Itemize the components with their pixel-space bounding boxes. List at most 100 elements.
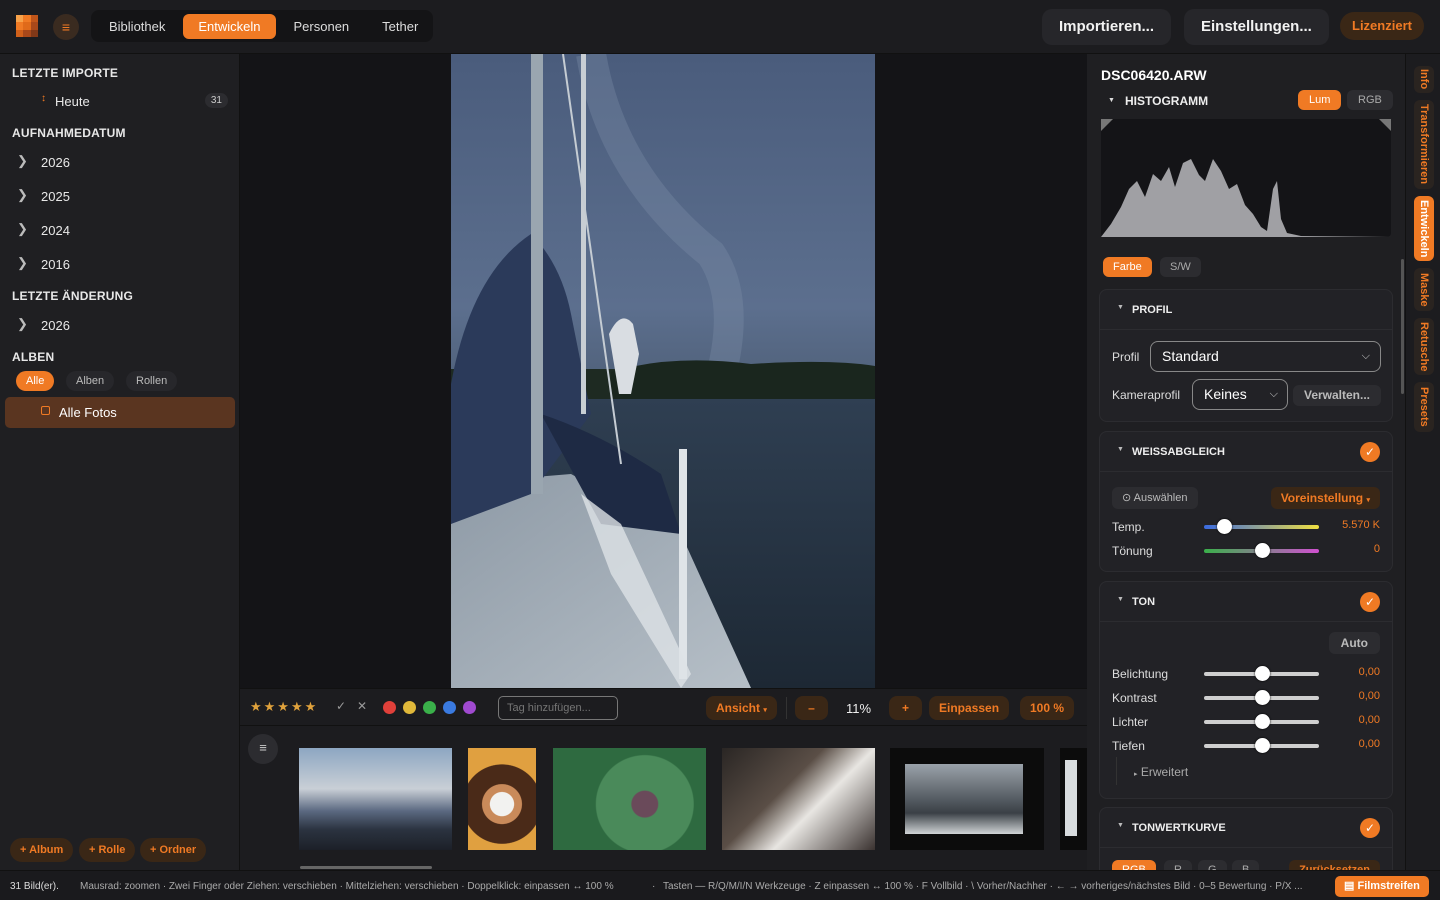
color-label-purple[interactable] [463,701,476,714]
add-folder-button[interactable]: + Ordner [140,838,207,862]
rail-tab-mask[interactable]: Maske [1414,268,1434,311]
tag-input[interactable] [498,696,618,720]
collapse-icon[interactable]: ▼ [1108,97,1115,104]
filter-alben[interactable]: Alben [66,371,115,391]
thumbnail[interactable] [299,748,452,850]
color-mode-farbe[interactable]: Farbe [1103,257,1152,277]
thumbnail[interactable] [722,748,875,850]
settings-button[interactable]: Einstellungen... [1184,9,1329,45]
tone-slider[interactable] [1204,666,1319,681]
color-label-blue[interactable] [443,701,456,714]
color-label-green[interactable] [423,701,436,714]
zoom-out-button[interactable]: – [795,696,828,720]
sort-icon[interactable]: ≡ [248,734,278,764]
reject-flag-icon[interactable]: ✕ [357,699,367,713]
year-2016[interactable]: ❯ 2016 [0,251,240,277]
tone-header[interactable]: ▼ TON ✓ [1100,582,1392,622]
color-label-red[interactable] [383,701,396,714]
pick-flag-icon[interactable]: ✓ [336,699,346,713]
zoom-level: 11% [846,701,872,716]
tab-personen[interactable]: Personen [279,14,365,39]
thumbnail[interactable] [1060,748,1087,850]
color-label-yellow[interactable] [403,701,416,714]
temp-value[interactable]: 5.570 K [1342,519,1380,531]
whitebalance-preset-button[interactable]: Voreinstellung ▾ [1270,487,1380,509]
histogram-rgb-button[interactable]: RGB [1347,90,1393,110]
whitebalance-header[interactable]: ▼ WEISSABGLEICH ✓ [1100,432,1392,472]
temp-slider[interactable] [1204,519,1319,534]
tint-value[interactable]: 0 [1374,543,1380,555]
temp-slider-knob[interactable] [1216,519,1232,534]
profile-select[interactable]: Standard ⌵ [1150,341,1381,372]
rail-tab-info[interactable]: Info [1414,66,1434,93]
histogram-graph [1101,119,1391,237]
main-photo[interactable] [451,54,875,688]
rail-tab-retouch[interactable]: Retusche [1414,318,1434,375]
tone-slider-knob[interactable] [1254,666,1270,681]
import-button[interactable]: Importieren... [1042,9,1172,45]
add-role-button[interactable]: + Rolle [79,838,136,862]
rating-stars[interactable]: ★★★★★ [250,699,318,715]
curve-reset-button[interactable]: Zurücksetzen [1289,860,1380,870]
image-canvas[interactable] [240,54,1087,688]
change-year-2026[interactable]: ❯ 2026 [0,312,240,338]
curve-channel-rgb[interactable]: RGB [1112,860,1156,870]
year-2025[interactable]: ❯ 2025 [0,183,240,209]
tone-slider[interactable] [1204,690,1319,705]
thumbnail[interactable] [553,748,706,850]
advanced-toggle[interactable]: ▸ Erweitert [1134,765,1188,779]
fit-button[interactable]: Einpassen [929,696,1010,720]
recent-import-today[interactable]: ↕ Heute 31 [0,88,240,114]
menu-icon[interactable]: ≡ [53,14,79,40]
tab-tether[interactable]: Tether [367,14,433,39]
thumbnail[interactable] [890,748,1044,850]
tone-slider-value[interactable]: 0,00 [1359,714,1380,726]
filter-rollen[interactable]: Rollen [126,371,178,391]
auto-tone-button[interactable]: Auto [1328,632,1380,654]
zoom-in-button[interactable]: + [889,696,922,720]
tint-slider[interactable] [1204,543,1319,558]
license-button[interactable]: Lizenziert [1340,12,1424,40]
view-button[interactable]: Ansicht ▾ [706,696,777,720]
rail-tab-develop[interactable]: Entwickeln [1414,196,1434,261]
tone-slider-knob[interactable] [1254,738,1270,753]
year-label: 2016 [41,257,70,272]
tone-slider-value[interactable]: 0,00 [1359,666,1380,678]
tone-slider[interactable] [1204,714,1319,729]
tone-slider-value[interactable]: 0,00 [1359,690,1380,702]
year-2024[interactable]: ❯ 2024 [0,217,240,243]
curve-channel-g[interactable]: G [1198,860,1227,870]
histogram-lum-button[interactable]: Lum [1298,90,1342,110]
rail-tab-presets[interactable]: Presets [1414,382,1434,432]
tone-slider-knob[interactable] [1254,690,1270,705]
pick-whitebalance-button[interactable]: ⊙ Auswählen [1112,487,1198,509]
rail-tab-transform[interactable]: Transformieren [1414,100,1434,189]
camera-profile-select[interactable]: Keines ⌵ [1192,379,1288,410]
tint-slider-knob[interactable] [1254,543,1270,558]
tab-bibliothek[interactable]: Bibliothek [94,14,180,39]
filmstrip-scrollbar[interactable] [300,866,432,869]
check-icon[interactable]: ✓ [1360,592,1380,612]
manage-profiles-button[interactable]: Verwalten... [1293,385,1381,406]
album-alle-fotos[interactable]: Alle Fotos [5,397,235,428]
tone-slider[interactable] [1204,738,1319,753]
thumbnail[interactable] [468,748,536,850]
tab-entwickeln[interactable]: Entwickeln [183,13,276,39]
color-mode-sw[interactable]: S/W [1160,257,1201,277]
curve-channel-b[interactable]: B [1232,860,1260,870]
check-icon[interactable]: ✓ [1360,442,1380,462]
tone-slider-knob[interactable] [1254,714,1270,729]
check-icon[interactable]: ✓ [1360,818,1380,838]
add-album-button[interactable]: + Album [10,838,74,862]
tone-slider-value[interactable]: 0,00 [1359,738,1380,750]
panel-scrollbar[interactable] [1401,259,1404,394]
year-2026[interactable]: ❯ 2026 [0,149,240,175]
filter-alle[interactable]: Alle [16,371,55,391]
chevron-right-icon: ❯ [17,221,28,236]
tonecurve-header[interactable]: ▼ TONWERTKURVE ✓ [1100,808,1392,848]
filmstrip-toggle-button[interactable]: ▤ Filmstreifen [1335,876,1429,897]
chevron-right-icon: ▸ [1134,771,1138,778]
curve-channel-r[interactable]: R [1164,860,1192,870]
profile-header[interactable]: ▼ PROFIL [1100,290,1392,330]
zoom-100-button[interactable]: 100 % [1020,696,1075,720]
